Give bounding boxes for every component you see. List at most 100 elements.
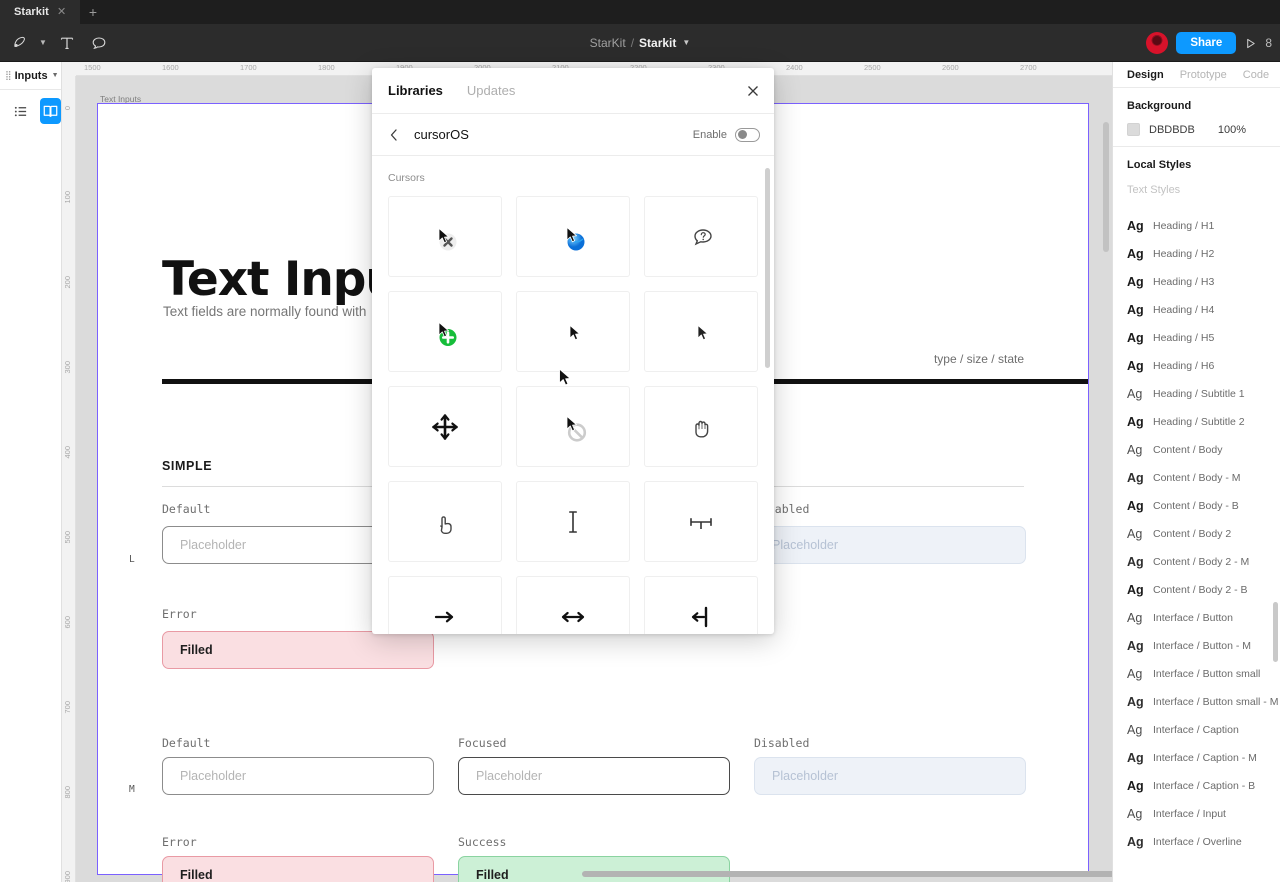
background-color-row[interactable]: DBDBDB 100% [1127,123,1266,136]
modal-scrollbar[interactable] [765,168,770,368]
cursor-resize-horizontal[interactable] [516,576,630,634]
style-sample-glyph: Ag [1127,611,1144,625]
cursor-vertical-text[interactable] [644,481,758,562]
input-disabled-m: Placeholder [754,757,1026,795]
text-style-row[interactable]: AgHeading / H1 [1127,212,1266,240]
text-style-row[interactable]: AgInterface / Caption - B [1127,772,1266,800]
text-style-row[interactable]: AgContent / Body - B [1127,492,1266,520]
cursor-busy-spinner[interactable] [516,196,630,277]
background-hex[interactable]: DBDBDB [1149,124,1195,136]
text-style-row[interactable]: AgInterface / Button - M [1127,632,1266,660]
text-style-row[interactable]: AgInterface / Input [1127,800,1266,828]
play-icon[interactable] [1244,37,1257,50]
input-error-l[interactable]: Filled [162,631,434,669]
window-tab-label: Starkit [14,6,49,18]
window-tab[interactable]: Starkit ✕ [0,0,80,24]
style-sample-glyph: Ag [1127,499,1144,513]
chevron-down-icon[interactable]: ▼ [36,38,50,47]
figma-menu-icon[interactable] [4,28,34,58]
cursor-unavailable[interactable] [388,196,502,277]
tab-design[interactable]: Design [1127,69,1164,81]
text-style-row[interactable]: AgHeading / H5 [1127,324,1266,352]
style-name-label: Content / Body - M [1153,472,1241,484]
text-style-row[interactable]: AgInterface / Caption [1127,716,1266,744]
right-panel-scrollbar[interactable] [1273,602,1278,662]
breadcrumb-project[interactable]: StarKit [590,36,626,50]
tab-updates[interactable]: Updates [467,83,515,98]
text-style-row[interactable]: AgContent / Body 2 - B [1127,576,1266,604]
background-opacity[interactable]: 100% [1218,124,1246,136]
text-style-row[interactable]: AgInterface / Button small [1127,660,1266,688]
text-style-row[interactable]: AgInterface / Button small - M [1127,688,1266,716]
close-icon[interactable]: ✕ [55,7,68,18]
text-style-row[interactable]: AgInterface / Button [1127,604,1266,632]
main-toolbar: ▼ StarKit / Starkit ▼ Share 8 [0,24,1280,62]
toolbar-left-tools: ▼ [0,28,114,58]
style-sample-glyph: Ag [1127,387,1144,401]
cursor-arrow-plain[interactable] [516,291,630,372]
cursor-arrow-right[interactable] [388,576,502,634]
tab-prototype[interactable]: Prototype [1180,69,1227,81]
tab-code[interactable]: Code [1243,69,1269,81]
text-style-row[interactable]: AgInterface / Caption - M [1127,744,1266,772]
left-panel-tools [0,90,61,124]
enable-toggle[interactable] [735,128,760,142]
close-icon[interactable] [746,84,760,98]
breadcrumb-file[interactable]: Starkit [639,36,676,50]
text-style-row[interactable]: AgContent / Body 2 - M [1127,548,1266,576]
breadcrumb-separator: / [631,36,634,50]
cursor-no-drop[interactable] [516,386,630,467]
left-panel-header[interactable]: ⣿ Inputs ▼ [0,62,61,90]
text-style-row[interactable]: AgHeading / H2 [1127,240,1266,268]
share-button[interactable]: Share [1176,32,1236,54]
ruler-corner [62,62,76,76]
ruler-tick: 0 [63,106,72,110]
cursor-text-beam[interactable] [516,481,630,562]
text-tool-icon[interactable] [52,28,82,58]
frame-label[interactable]: Text Inputs [100,94,141,104]
layers-list-icon[interactable] [10,98,32,124]
avatar[interactable] [1146,32,1168,54]
cursor-help-bubble[interactable] [644,196,758,277]
text-style-row[interactable]: AgContent / Body - M [1127,464,1266,492]
cursor-copy-add[interactable] [388,291,502,372]
cursor-pointing-hand[interactable] [388,481,502,562]
text-style-row[interactable]: AgHeading / Subtitle 1 [1127,380,1266,408]
text-style-row[interactable]: AgHeading / H3 [1127,268,1266,296]
style-sample-glyph: Ag [1127,219,1144,233]
section-title-simple: SIMPLE [162,459,212,473]
chevron-left-icon[interactable] [388,128,400,142]
ruler-tick: 100 [63,191,72,204]
cursor-resize-edge[interactable] [644,576,758,634]
text-style-row[interactable]: AgContent / Body [1127,436,1266,464]
canvas-vertical-scrollbar[interactable] [1103,122,1109,252]
text-style-row[interactable]: AgInterface / Overline [1127,828,1266,856]
input-success-m[interactable]: Filled [458,856,730,882]
library-book-icon[interactable] [40,98,62,124]
input-default-m[interactable]: Placeholder [162,757,434,795]
cursor-move-cross[interactable] [388,386,502,467]
cursor-arrow-alias[interactable] [644,291,758,372]
tab-libraries[interactable]: Libraries [388,83,443,98]
comment-icon[interactable] [84,28,114,58]
zoom-level-label[interactable]: 8 [1265,36,1274,50]
plus-icon[interactable]: + [80,0,106,24]
text-style-row[interactable]: AgHeading / H6 [1127,352,1266,380]
text-style-row[interactable]: AgHeading / H4 [1127,296,1266,324]
text-style-row[interactable]: AgContent / Body 2 [1127,520,1266,548]
text-style-row[interactable]: AgHeading / Subtitle 2 [1127,408,1266,436]
left-panel-title: Inputs [15,70,48,82]
color-swatch[interactable] [1127,123,1140,136]
input-focused-m[interactable]: Placeholder [458,757,730,795]
chevron-down-icon[interactable]: ▼ [52,72,59,79]
input-error-m[interactable]: Filled [162,856,434,882]
style-sample-glyph: Ag [1127,583,1144,597]
cursor-grab-hand[interactable] [644,386,758,467]
chevron-down-icon[interactable]: ▼ [682,38,690,47]
modal-body: Cursors [372,156,774,634]
style-name-label: Content / Body 2 [1153,528,1231,540]
enable-label: Enable [693,129,727,141]
canvas-horizontal-scrollbar[interactable] [582,871,1112,877]
field-label-default-m: Default [162,736,210,750]
style-name-label: Heading / H4 [1153,304,1214,316]
